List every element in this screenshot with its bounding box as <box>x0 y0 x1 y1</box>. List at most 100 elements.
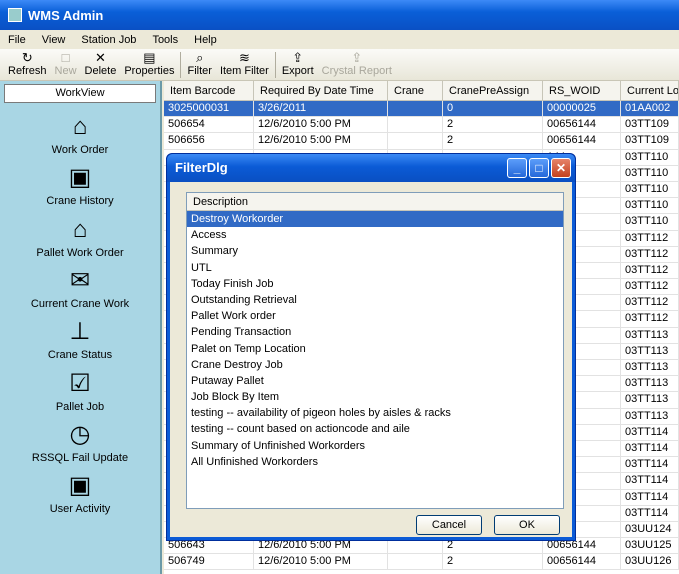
properties-button[interactable]: ▤ Properties <box>120 49 178 78</box>
table-cell: 03TT112 <box>621 262 679 279</box>
column-header[interactable]: CranePreAssign <box>443 81 543 100</box>
table-row[interactable]: 506654 12/6/2010 5:00 PM 2 00656144 03TT109 <box>164 117 679 134</box>
sidebar-item-user-activity[interactable]: ▣ User Activity <box>0 471 160 515</box>
table-cell: 2 <box>443 554 543 570</box>
table-row[interactable]: 3025000031 3/26/2011 0 00000025 01AA002 <box>164 101 679 118</box>
item-filter-button[interactable]: ≋ Item Filter <box>216 49 273 78</box>
workview-sidebar: WorkView ⌂ Work Order ▣ Crane History ⌂ Palle… <box>0 81 162 574</box>
menu-item-station-job[interactable]: Station Job <box>73 34 144 46</box>
export-icon: ⇪ <box>292 50 304 65</box>
list-item[interactable]: Today Finish Job <box>187 276 563 292</box>
list-item[interactable]: testing -- availability of pigeon holes … <box>187 405 563 421</box>
minimize-icon[interactable]: _ <box>507 158 527 178</box>
table-cell: 03TT112 <box>621 311 679 327</box>
new-button[interactable]: □ New <box>51 49 81 78</box>
toolbar-separator <box>274 52 276 78</box>
menu-item-tools[interactable]: Tools <box>144 34 186 46</box>
sidebar-item-crane-status[interactable]: ⊥ Crane Status <box>0 317 160 361</box>
sidebar-item-rssql-fail-update[interactable]: ◷ RSSQL Fail Update <box>0 420 160 464</box>
dialog-title: FilterDlg <box>175 160 228 175</box>
table-cell: 00656144 <box>543 133 621 149</box>
table-cell <box>388 101 443 117</box>
list-item[interactable]: Putaway Pallet <box>187 373 563 389</box>
delete-button[interactable]: ✕ Delete <box>81 49 121 78</box>
sidebar-item-label: Crane Status <box>47 349 113 362</box>
list-item[interactable]: Pending Transaction <box>187 324 563 340</box>
toolbar-label: New <box>54 65 77 77</box>
list-item[interactable]: Access <box>187 227 563 243</box>
list-item[interactable]: Summary of Unfinished Workorders <box>187 438 563 454</box>
column-header[interactable]: Current Loc <box>621 81 679 100</box>
table-cell <box>388 133 443 149</box>
table-cell: 12/6/2010 5:00 PM <box>254 554 388 570</box>
list-item[interactable]: Crane Destroy Job <box>187 357 563 373</box>
clock-house-icon: ⌂ <box>72 215 88 243</box>
sidebar-item-label: Pallet Job <box>55 400 105 413</box>
ok-button[interactable]: OK <box>494 515 560 535</box>
list-item[interactable]: Job Block By Item <box>187 389 563 405</box>
table-cell: 506654 <box>164 117 254 133</box>
toolbar-label: Filter <box>187 65 212 77</box>
menu-item-help[interactable]: Help <box>186 34 225 46</box>
app-titlebar: WMS Admin <box>0 0 679 30</box>
list-item[interactable]: Destroy Workorder <box>187 211 563 228</box>
sidebar-item-work-order[interactable]: ⌂ Work Order <box>0 112 160 156</box>
column-header[interactable]: RS_WOID <box>543 81 621 100</box>
note-icon: ▣ <box>68 472 92 500</box>
list-item[interactable]: Pallet Work order <box>187 308 563 324</box>
list-item[interactable]: UTL <box>187 260 563 276</box>
table-cell: 3/26/2011 <box>254 101 388 117</box>
table-cell: 03TT114 <box>621 473 679 489</box>
sidebar-item-label: Work Order <box>51 144 109 156</box>
cancel-button[interactable]: Cancel <box>416 515 482 535</box>
table-cell: 12/6/2010 5:00 PM <box>254 133 388 149</box>
menu-item-view[interactable]: View <box>34 34 74 46</box>
sidebar-item-pallet-job[interactable]: ☑ Pallet Job <box>0 369 160 413</box>
new-document-icon: □ <box>61 50 70 65</box>
table-row[interactable]: 506749 12/6/2010 5:00 PM 2 00656144 03UU126 <box>164 554 679 571</box>
toolbar-label: Item Filter <box>219 65 269 77</box>
table-cell: 03TT114 <box>621 440 679 457</box>
table-cell: 03TT110 <box>621 214 679 230</box>
sidebar-item-label: Pallet Work Order <box>36 246 124 259</box>
table-cell: 03TT114 <box>621 424 679 440</box>
table-cell: 2 <box>443 133 543 149</box>
checklist-icon: ☑ <box>69 369 91 397</box>
filter-list[interactable]: Description Destroy Workorder Access Summa… <box>186 192 564 509</box>
toolbar: ↻ Refresh □ New ✕ Delete ▤ Properties ⌕ Filter ≋ It… <box>0 49 679 81</box>
column-header[interactable]: Item Barcode <box>164 81 254 100</box>
table-cell: 03TT112 <box>621 246 679 262</box>
export-button[interactable]: ⇪ Export <box>278 49 318 78</box>
sidebar-item-label: Crane History <box>46 195 114 208</box>
sidebar-item-crane-history[interactable]: ▣ Crane History <box>0 163 160 207</box>
sidebar-item-label: User Activity <box>49 503 111 516</box>
maximize-icon[interactable]: □ <box>529 158 549 178</box>
toolbar-separator <box>180 52 182 78</box>
table-cell: 03TT109 <box>621 133 679 149</box>
close-icon[interactable]: ✕ <box>551 158 571 178</box>
list-item[interactable]: All Unfinished Workorders <box>187 454 563 470</box>
list-item[interactable]: Palet on Temp Location <box>187 341 563 357</box>
workview-button[interactable]: WorkView <box>4 84 156 103</box>
refresh-button[interactable]: ↻ Refresh <box>4 49 51 78</box>
app-title: WMS Admin <box>28 7 104 23</box>
table-cell: 03TT114 <box>621 505 679 521</box>
list-item[interactable]: testing -- count based on actioncode and… <box>187 421 563 437</box>
note-icon: ▣ <box>68 164 92 192</box>
table-row[interactable]: 506656 12/6/2010 5:00 PM 2 00656144 03TT109 <box>164 133 679 150</box>
toolbar-label: Refresh <box>8 65 47 77</box>
menu-item-file[interactable]: File <box>0 34 34 46</box>
table-cell: 03TT114 <box>621 457 679 473</box>
list-item[interactable]: Outstanding Retrieval <box>187 292 563 308</box>
list-item[interactable]: Summary <box>187 243 563 259</box>
sidebar-item-pallet-work-order[interactable]: ⌂ Pallet Work Order <box>0 215 160 259</box>
column-header[interactable]: Required By Date Time <box>254 81 388 100</box>
delete-icon: ✕ <box>94 50 106 65</box>
table-cell <box>388 117 443 133</box>
crystal-report-button[interactable]: ⇪ Crystal Report <box>318 49 396 78</box>
filter-button[interactable]: ⌕ Filter <box>183 49 215 78</box>
column-header[interactable]: Crane <box>388 81 443 100</box>
toolbar-label: Delete <box>84 65 117 77</box>
sidebar-item-current-crane-work[interactable]: ✉ Current Crane Work <box>0 266 160 310</box>
clock-house-icon: ⌂ <box>72 113 88 140</box>
